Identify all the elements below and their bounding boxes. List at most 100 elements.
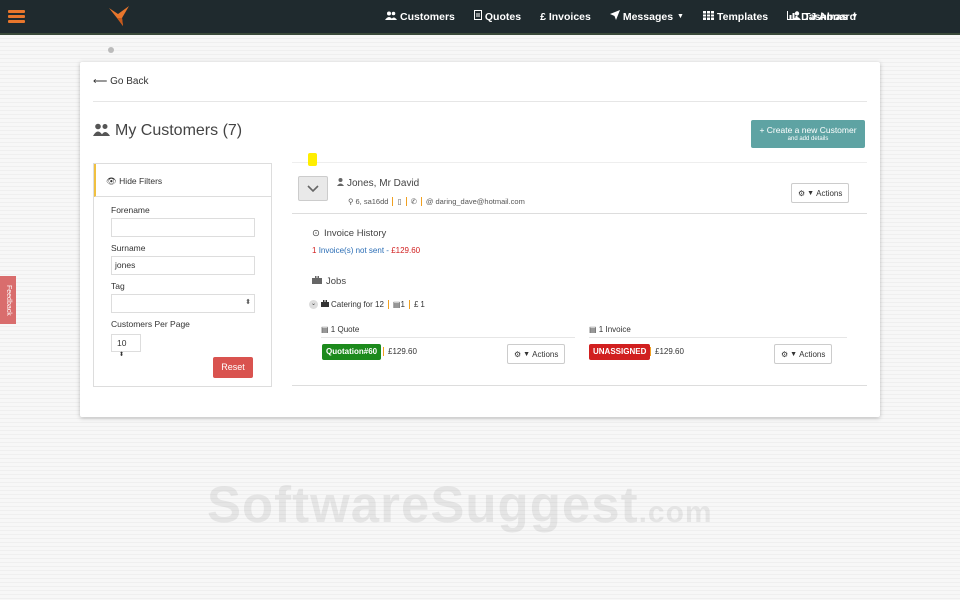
briefcase-icon: [321, 299, 329, 309]
nav-customers-label: Customers: [400, 10, 455, 23]
mobile-icon[interactable]: ▯: [397, 197, 401, 206]
nav-quotes-label: Quotes: [484, 10, 522, 23]
pound-icon: £: [413, 300, 419, 309]
divider: [292, 162, 867, 163]
customer-name[interactable]: Jones, Mr David: [337, 178, 419, 189]
jobs-title: Jobs: [312, 275, 346, 287]
invoice-history-title: ⊙ Invoice History: [312, 228, 386, 239]
document-icon: ▤: [392, 300, 401, 309]
actions-label: Actions: [532, 349, 559, 359]
nav-messages-label: Messages: [622, 10, 674, 23]
top-navbar: Customers Quotes £ Invoices Messages ▼ T…: [0, 0, 960, 35]
caret-down-icon: ▼: [851, 13, 859, 20]
indicator-dot: [108, 47, 114, 53]
templates-icon: [702, 10, 714, 23]
divider: [93, 101, 867, 102]
invoice-history-title-text: Invoice History: [323, 228, 387, 239]
customer-name-text: Jones, Mr David: [347, 178, 420, 189]
nav-invoices[interactable]: £ Invoices: [540, 11, 591, 23]
per-page-label: Customers Per Page: [111, 319, 190, 329]
user-icon: [793, 10, 801, 23]
caret-down-icon: ▼: [677, 13, 684, 20]
nav-customers[interactable]: Customers: [385, 11, 455, 23]
job-row[interactable]: ⌄ Catering for 12 ▤ 1 £ 1: [309, 299, 425, 309]
invoice-history-line[interactable]: 1 Invoice(s) not sent - £129.60: [312, 246, 420, 255]
customer-email[interactable]: daring_dave@hotmail.com: [436, 197, 525, 206]
customer-address: 6, sa16dd: [355, 197, 389, 206]
invoice-actions-button[interactable]: ⚙ ▼ Actions: [774, 344, 833, 364]
document-icon: ▤: [321, 325, 329, 334]
create-customer-button[interactable]: + Create a new Customer and add details: [751, 120, 865, 148]
forename-input[interactable]: [111, 218, 255, 237]
document-icon: ▤: [589, 325, 597, 334]
job-doc-count: 1: [400, 300, 405, 309]
highlight-marker: [308, 153, 317, 166]
caret-down-icon: ▼: [807, 189, 815, 197]
arrow-left-icon: ⟵: [93, 76, 108, 87]
tag-select[interactable]: ⬍: [111, 294, 255, 313]
hide-filters-toggle[interactable]: 👁 Hide Filters: [94, 164, 271, 197]
hide-filters-label: Hide Filters: [119, 176, 163, 186]
paper-plane-icon: [609, 10, 620, 23]
map-marker-icon: ⚲: [348, 197, 354, 206]
tag-label: Tag: [111, 281, 125, 291]
nav-quotes[interactable]: Quotes: [473, 10, 522, 23]
chevron-down-icon: [307, 185, 319, 193]
customer-actions-button[interactable]: ⚙ ▼ Actions: [791, 183, 850, 203]
invoice-status-text: Invoice(s) not sent: [318, 246, 385, 255]
go-back-label: Go Back: [110, 76, 149, 87]
divider: [321, 337, 575, 338]
quote-badge[interactable]: Quotation#60: [322, 344, 382, 360]
create-customer-sublabel: and add details: [787, 136, 829, 142]
create-customer-label: Create a new Customer: [766, 125, 857, 135]
users-icon: [385, 11, 398, 23]
forename-label: Forename: [111, 205, 150, 215]
email-icon: @: [425, 197, 434, 206]
invoice-amount: £129.60: [650, 347, 684, 356]
unassigned-badge[interactable]: UNASSIGNED: [589, 344, 651, 360]
document-icon: [473, 10, 482, 23]
collapse-customer-button[interactable]: [298, 176, 328, 201]
user-menu[interactable]: TJ Amas ▼: [793, 0, 858, 33]
feedback-tab[interactable]: Feedback: [0, 276, 16, 324]
user-icon: [337, 178, 344, 189]
user-name: TJ Amas: [804, 10, 848, 23]
phone-icon[interactable]: ✆: [411, 197, 417, 206]
hamburger-menu-icon[interactable]: [8, 10, 25, 23]
actions-label: Actions: [816, 188, 843, 198]
quote-actions-button[interactable]: ⚙ ▼ Actions: [507, 344, 566, 364]
reset-button[interactable]: Reset: [213, 357, 253, 378]
go-back-link[interactable]: ⟵ Go Back: [93, 76, 148, 87]
select-arrows-icon: ⬍: [119, 352, 125, 358]
nav-templates-label: Templates: [716, 10, 769, 23]
invoices-column-title: ▤ 1 Invoice: [589, 325, 631, 334]
quote-amount: £129.60: [383, 347, 417, 356]
per-page-select[interactable]: 10 ⬍: [111, 334, 141, 358]
nav-templates[interactable]: Templates: [702, 10, 769, 23]
gears-icon: ⚙: [514, 349, 522, 359]
nav-messages[interactable]: Messages ▼: [609, 10, 684, 23]
chevron-down-icon[interactable]: ⌄: [309, 300, 318, 309]
surname-input[interactable]: jones: [111, 256, 255, 275]
invoice-amount: £129.60: [391, 246, 421, 255]
clock-icon: ⊙: [312, 228, 320, 239]
plus-icon: +: [759, 125, 765, 135]
quotes-column-title-text: 1 Quote: [330, 325, 360, 334]
gears-icon: ⚙: [781, 349, 789, 359]
invoices-column-title-text: 1 Invoice: [598, 325, 631, 334]
main-card: ⟵ Go Back My Customers (7) + Create a ne…: [80, 62, 880, 417]
nav-items: Customers Quotes £ Invoices Messages ▼ T…: [366, 0, 856, 33]
watermark-main: SoftwareSuggest: [207, 476, 639, 533]
logo-icon[interactable]: [108, 5, 132, 27]
divider: [292, 213, 867, 214]
gears-icon: ⚙: [798, 188, 806, 198]
divider: [589, 337, 847, 338]
watermark: SoftwareSuggest.com: [207, 475, 713, 534]
watermark-suffix: .com: [638, 496, 713, 529]
eye-slash-icon: 👁: [106, 176, 117, 186]
caret-down-icon: ▼: [523, 350, 531, 358]
job-pound-count: 1: [420, 300, 425, 309]
filters-panel: 👁 Hide Filters Forename Surname jones Ta…: [93, 163, 272, 387]
select-arrows-icon: ⬍: [245, 299, 251, 306]
invoice-count: 1: [312, 246, 317, 255]
